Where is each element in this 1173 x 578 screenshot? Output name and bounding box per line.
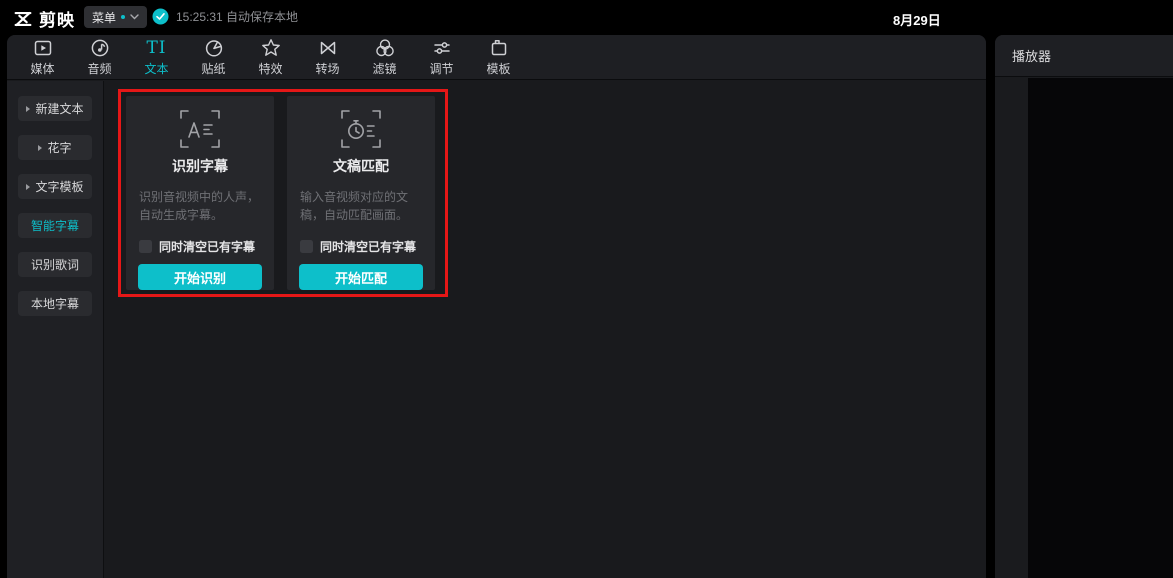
clear-existing-subtitle-checkbox-row[interactable]: 同时清空已有字幕 [139, 238, 255, 255]
caret-right-icon [26, 183, 31, 190]
smart-subtitle-content: 识别字幕 识别音视频中的人声，自动生成字幕。 同时清空已有字幕 开始识别 文稿匹… [104, 81, 986, 578]
card-title: 识别字幕 [172, 158, 228, 174]
tab-audio-label: 音频 [87, 62, 112, 76]
start-recognize-button[interactable]: 开始识别 [138, 264, 262, 290]
sidebar-item-text-template[interactable]: 文字模板 [18, 174, 92, 199]
tab-effects[interactable]: 特效 [242, 35, 299, 80]
app-logo: 剪映 [12, 6, 75, 31]
sticker-icon [203, 37, 225, 59]
effects-icon [260, 37, 282, 59]
menu-button[interactable]: 菜单 [84, 6, 148, 28]
tab-text[interactable]: TI 文本 [128, 35, 185, 80]
tab-filter[interactable]: 滤镜 [356, 35, 413, 80]
red-annotation-box: 识别字幕 识别音视频中的人声，自动生成字幕。 同时清空已有字幕 开始识别 文稿匹… [118, 89, 448, 297]
app-logo-text: 剪映 [39, 11, 75, 30]
recognize-subtitle-icon [174, 106, 226, 157]
start-match-button[interactable]: 开始匹配 [299, 264, 423, 290]
tab-adjust[interactable]: 调节 [413, 35, 470, 80]
tab-template-label: 模板 [486, 62, 511, 76]
audio-icon [89, 37, 111, 59]
player-title: 播放器 [1012, 49, 1052, 64]
tab-sticker-label: 贴纸 [201, 62, 226, 76]
asset-type-toolbar: 媒体 音频 TI 文本 贴纸 特效 转场 滤镜 调节 模板 [7, 35, 986, 80]
tab-filter-label: 滤镜 [372, 62, 397, 76]
card-description: 识别音视频中的人声，自动生成字幕。 [139, 190, 260, 222]
filter-icon [374, 37, 396, 59]
tab-transition-label: 转场 [315, 62, 340, 76]
media-icon [32, 37, 54, 59]
player-panel: 播放器 [995, 35, 1173, 578]
text-icon: TI [146, 38, 167, 58]
tab-audio[interactable]: 音频 [71, 35, 128, 80]
tab-media[interactable]: 媒体 [14, 35, 71, 80]
caret-right-icon [26, 105, 31, 112]
tab-text-label: 文本 [144, 62, 169, 76]
clear-existing-subtitle-checkbox-row[interactable]: 同时清空已有字幕 [300, 238, 416, 255]
tab-sticker[interactable]: 贴纸 [185, 35, 242, 80]
menu-button-label: 菜单 [92, 10, 117, 25]
card-title: 文稿匹配 [333, 158, 389, 174]
sidebar-item-smart-subtitle[interactable]: 智能字幕 [18, 213, 92, 238]
sidebar-item-local-subtitle[interactable]: 本地字幕 [18, 291, 92, 316]
player-header: 播放器 [995, 35, 1173, 77]
app-window: 剪映 菜单 15:25:31 自动保存本地 8月29日 媒体 音频 TI 文本 … [0, 0, 1173, 578]
tab-effects-label: 特效 [258, 62, 283, 76]
checkbox-unchecked[interactable] [139, 240, 152, 253]
autosave-text: 15:25:31 自动保存本地 [176, 10, 299, 24]
template-icon [488, 37, 510, 59]
tab-template[interactable]: 模板 [470, 35, 527, 80]
autosave-status: 15:25:31 自动保存本地 [152, 8, 298, 25]
assets-panel: 媒体 音频 TI 文本 贴纸 特效 转场 滤镜 调节 模板 新建文本 花字 文字… [7, 35, 986, 578]
panel-body: 新建文本 花字 文字模板 智能字幕 识别歌词 本地字幕 识别字幕 识别音视频中的… [7, 81, 986, 578]
autosave-check-icon [152, 8, 169, 25]
text-match-card: 文稿匹配 输入音视频对应的文稿，自动匹配画面。 同时清空已有字幕 开始匹配 [287, 96, 435, 290]
menu-notification-dot [121, 15, 126, 19]
tab-adjust-label: 调节 [429, 62, 454, 76]
caret-right-icon [38, 144, 43, 151]
sidebar-item-new-text[interactable]: 新建文本 [18, 96, 92, 121]
checkbox-unchecked[interactable] [300, 240, 313, 253]
text-sidebar: 新建文本 花字 文字模板 智能字幕 识别歌词 本地字幕 [7, 81, 104, 578]
recognize-subtitle-card: 识别字幕 识别音视频中的人声，自动生成字幕。 同时清空已有字幕 开始识别 [126, 96, 274, 290]
player-viewport[interactable] [1028, 78, 1173, 578]
card-description: 输入音视频对应的文稿，自动匹配画面。 [300, 190, 409, 222]
project-date: 8月29日 [893, 13, 941, 28]
chevron-down-icon [130, 14, 139, 20]
transition-icon [317, 37, 339, 59]
sidebar-item-recognize-lyrics[interactable]: 识别歌词 [18, 252, 92, 277]
tab-transition[interactable]: 转场 [299, 35, 356, 80]
tab-media-label: 媒体 [30, 62, 55, 76]
capcut-logo-icon [14, 11, 32, 26]
top-bar: 剪映 菜单 15:25:31 自动保存本地 8月29日 [0, 0, 1173, 34]
adjust-icon [431, 37, 453, 59]
text-match-icon [335, 106, 387, 157]
sidebar-item-fancy-text[interactable]: 花字 [18, 135, 92, 160]
